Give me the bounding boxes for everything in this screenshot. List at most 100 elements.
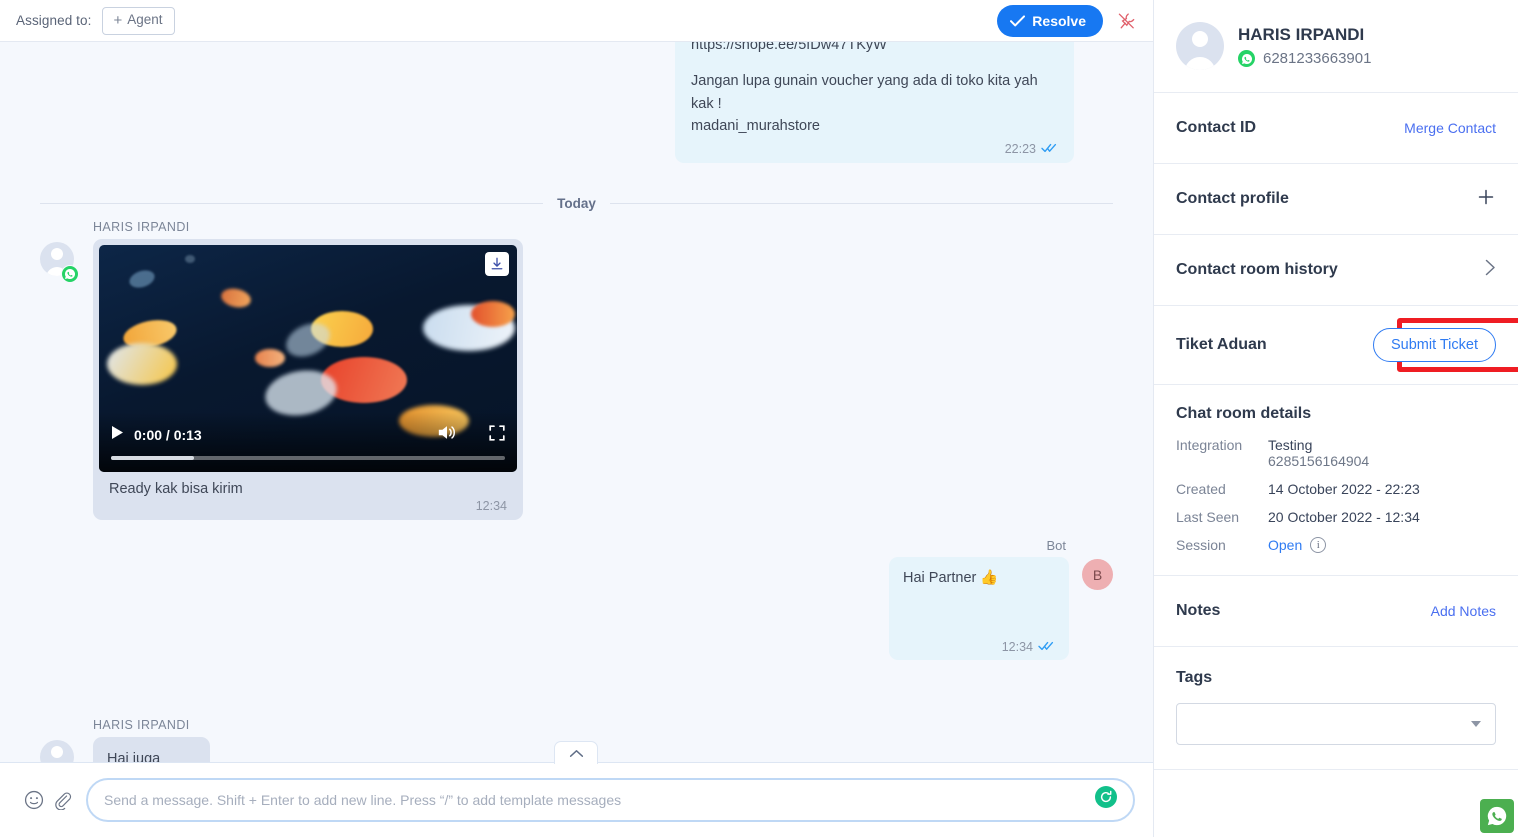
bot-message-content: Bot Hai Partner 👍 12:34 <box>889 538 1069 660</box>
video-progress-bar[interactable] <box>111 456 505 460</box>
collapse-panel-toggle[interactable] <box>554 741 598 764</box>
contact-profile-title: Contact profile <box>1176 190 1289 207</box>
contact-header: HARIS IRPANDI 6281233663901 <box>1154 0 1518 93</box>
avatar <box>40 740 74 762</box>
contact-room-history-row[interactable]: Contact room history <box>1176 235 1496 305</box>
video-controls: 0:00 / 0:13 <box>99 412 517 472</box>
day-divider: Today <box>40 196 1114 211</box>
notes-title: Notes <box>1176 602 1221 619</box>
section-contact-id: Contact ID Merge Contact <box>1154 93 1518 164</box>
detail-key: Session <box>1176 537 1226 553</box>
info-icon[interactable]: i <box>1310 537 1327 553</box>
divider-line-right <box>609 203 1114 204</box>
video-progress-fill <box>111 456 194 460</box>
message-text-line1: Jangan lupa gunain voucher yang ada di t… <box>691 73 1038 112</box>
chat-topbar: Assigned to: + Agent Resolve <box>0 0 1153 42</box>
video-message-time: 12:34 <box>475 499 507 513</box>
message-time: 22:23 <box>1004 141 1036 156</box>
notes-row: Notes Add Notes <box>1176 576 1496 646</box>
section-contact-room-history[interactable]: Contact room history <box>1154 235 1518 306</box>
section-chat-room-details: Chat room details Integration Testing 62… <box>1154 385 1518 576</box>
contact-phone: 6281233663901 <box>1263 50 1372 67</box>
integration-number: 6285156164904 <box>1268 453 1370 469</box>
message-text-line2: madani_murahstore <box>691 118 820 135</box>
refresh-icon[interactable] <box>1095 786 1117 808</box>
avatar-head <box>51 248 63 260</box>
check-icon <box>1010 14 1026 27</box>
contact-room-history-title: Contact room history <box>1176 261 1338 278</box>
detail-value: Testing 6285156164904 <box>1268 437 1369 469</box>
double-check-icon <box>1038 640 1055 654</box>
add-notes-link[interactable]: Add Notes <box>1431 603 1496 619</box>
volume-icon[interactable] <box>437 424 457 446</box>
ticket-row: Tiket Aduan Submit Ticket <box>1176 306 1496 384</box>
detail-row-integration: Integration Testing 6285156164904 <box>1176 437 1496 469</box>
unpin-icon[interactable] <box>1113 8 1139 34</box>
avatar-wrapper <box>40 718 93 762</box>
bot-avatar: B <box>1082 559 1113 590</box>
detail-key: Last Seen <box>1176 509 1240 525</box>
detail-key: Integration <box>1176 437 1243 453</box>
avatar-body <box>1184 57 1216 70</box>
sender-name: HARIS IRPANDI <box>93 220 190 234</box>
message-input-wrapper[interactable] <box>86 778 1135 822</box>
bot-sender-name: Bot <box>1046 538 1066 553</box>
fullscreen-icon[interactable] <box>489 424 505 446</box>
detail-row-last-seen: Last Seen 20 October 2022 - 12:34 <box>1176 509 1496 525</box>
video-player[interactable]: 0:00 / 0:13 <box>99 245 517 472</box>
resolve-label: Resolve <box>1032 12 1086 29</box>
bot-message-text: Hai Partner 👍 <box>903 570 999 586</box>
submit-ticket-button[interactable]: Submit Ticket <box>1372 328 1496 362</box>
video-time-display: 0:00 / 0:13 <box>134 427 202 443</box>
contact-profile-row[interactable]: Contact profile <box>1176 164 1496 234</box>
contact-sidebar: HARIS IRPANDI 6281233663901 Contact ID M… <box>1153 0 1518 837</box>
emoji-icon[interactable] <box>20 789 48 811</box>
integration-name: Testing <box>1268 437 1313 453</box>
attachment-icon[interactable] <box>48 790 76 810</box>
message-list[interactable]: https://shope.ee/5fDw47TKyW Jangan lupa … <box>0 42 1153 762</box>
detail-value: 20 October 2022 - 12:34 <box>1268 509 1420 525</box>
whatsapp-icon <box>1238 50 1255 67</box>
tags-title: Tags <box>1176 669 1213 686</box>
section-contact-profile[interactable]: Contact profile <box>1154 164 1518 235</box>
fish-shape <box>219 286 253 310</box>
plus-icon: + <box>113 11 123 29</box>
sender-name: HARIS IRPANDI <box>93 718 190 732</box>
merge-contact-link[interactable]: Merge Contact <box>1404 120 1496 136</box>
whatsapp-float-button[interactable] <box>1480 799 1514 833</box>
chat-room-details-title: Chat room details <box>1176 405 1312 422</box>
fish-shape <box>107 343 177 385</box>
fish-shape <box>127 267 157 291</box>
whatsapp-badge-icon <box>61 265 79 283</box>
section-tags: Tags <box>1154 647 1518 770</box>
video-caption: Ready kak bisa kirim <box>109 481 243 497</box>
detail-row-created: Created 14 October 2022 - 22:23 <box>1176 481 1496 497</box>
session-status[interactable]: Open <box>1268 537 1302 553</box>
reply-content: HARIS IRPANDI Hai juga 12:34 <box>93 718 210 762</box>
play-icon[interactable] <box>111 425 124 445</box>
resolve-button[interactable]: Resolve <box>997 4 1103 37</box>
download-icon[interactable] <box>485 252 509 276</box>
message-bubble-bot: Hai Partner 👍 12:34 <box>889 557 1069 660</box>
bot-message-meta: 12:34 <box>903 640 1055 654</box>
plus-icon[interactable] <box>1476 187 1496 211</box>
tags-select[interactable] <box>1176 703 1496 745</box>
chevron-down-icon[interactable] <box>1471 721 1481 727</box>
avatar-wrapper <box>40 220 93 520</box>
message-meta: 22:23 <box>691 142 1058 156</box>
day-divider-label: Today <box>557 196 596 211</box>
contact-id-row: Contact ID Merge Contact <box>1176 93 1496 163</box>
video-control-row: 0:00 / 0:13 <box>111 422 505 448</box>
chevron-right-icon[interactable] <box>1485 259 1496 281</box>
message-link[interactable]: https://shope.ee/5fDw47TKyW <box>691 42 1058 56</box>
detail-value: 14 October 2022 - 22:23 <box>1268 481 1420 497</box>
message-input[interactable] <box>104 792 1117 808</box>
message-group-bot: Bot Hai Partner 👍 12:34 B <box>40 538 1113 660</box>
contact-name: HARIS IRPANDI <box>1238 25 1365 44</box>
add-agent-button[interactable]: + Agent <box>101 6 175 35</box>
contact-avatar <box>1176 22 1224 70</box>
detail-key: Created <box>1176 481 1226 497</box>
avatar-head <box>51 746 63 758</box>
message-incoming-content: HARIS IRPANDI 0:00 / 0:13 Ready kak bisa… <box>93 220 523 520</box>
